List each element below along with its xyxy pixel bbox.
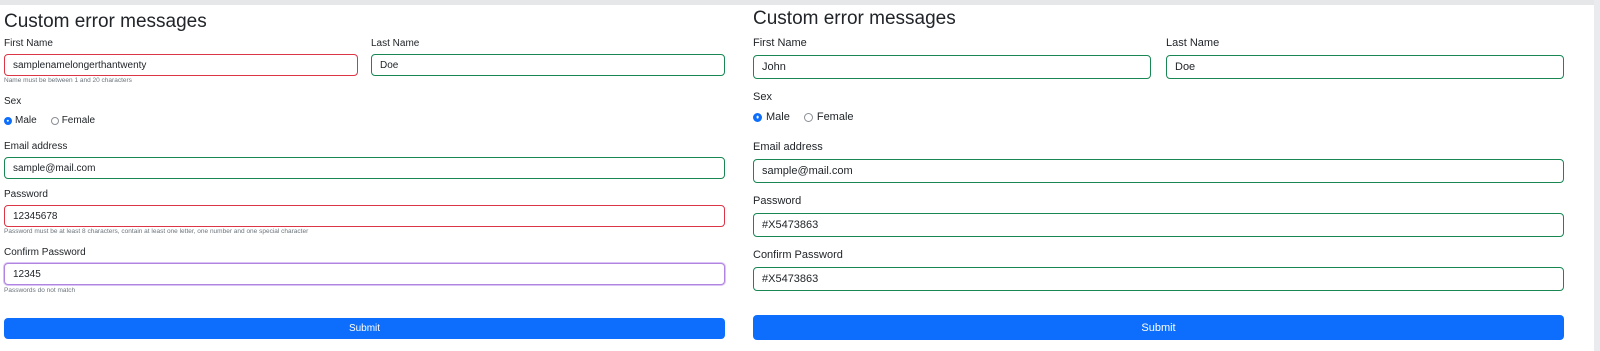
male-radio[interactable] [4,116,12,125]
last-name-label: Last Name [371,38,420,49]
submit-button[interactable]: Submit [753,315,1564,340]
female-radio[interactable] [50,116,59,125]
sex-label: Sex [4,96,22,107]
male-radio-label: Male [766,111,790,123]
password-label: Password [4,189,48,200]
password-input[interactable]: #X5473863 [753,213,1564,237]
email-input[interactable]: sample@mail.com [4,157,725,179]
female-radio-label: Female [61,115,96,126]
last-name-input[interactable]: Doe [371,54,725,76]
page-title: Custom error messages [753,8,956,29]
submit-button[interactable]: Submit [4,318,725,339]
last-name-label: Last Name [1166,37,1220,49]
last-name-input[interactable]: Doe [1166,55,1564,79]
page-title: Custom error messages [4,11,207,32]
form-panel-invalid: Custom error messages First Name samplen… [0,0,745,351]
form-panel-valid: Custom error messages First Name John La… [753,0,1594,351]
confirm-password-label: Confirm Password [753,249,843,261]
password-label: Password [753,195,802,207]
female-radio[interactable] [803,112,813,122]
first-name-label: First Name [4,38,53,49]
email-label: Email address [4,141,68,152]
first-name-input[interactable]: samplenamelongerthantwenty [4,54,358,76]
password-input[interactable]: 12345678 [4,205,725,227]
confirm-password-label: Confirm Password [4,247,86,258]
first-name-error: Name must be between 1 and 20 characters [4,77,132,84]
female-radio-label: Female [816,111,854,123]
email-input[interactable]: sample@mail.com [753,159,1564,183]
email-label: Email address [753,141,823,153]
sex-radio-group: Male Female [753,111,854,123]
male-radio[interactable] [753,112,762,122]
window-right-edge [1594,0,1600,351]
password-error: Password must be at least 8 characters, … [4,228,309,235]
confirm-password-error: Passwords do not match [4,287,76,294]
male-radio-label: Male [15,115,37,126]
first-name-label: First Name [753,37,807,49]
sex-label: Sex [753,91,772,103]
sex-radio-group: Male Female [4,115,95,126]
first-name-input[interactable]: John [753,55,1151,79]
confirm-password-input[interactable]: #X5473863 [753,267,1564,291]
confirm-password-input[interactable]: 12345 [4,263,725,285]
